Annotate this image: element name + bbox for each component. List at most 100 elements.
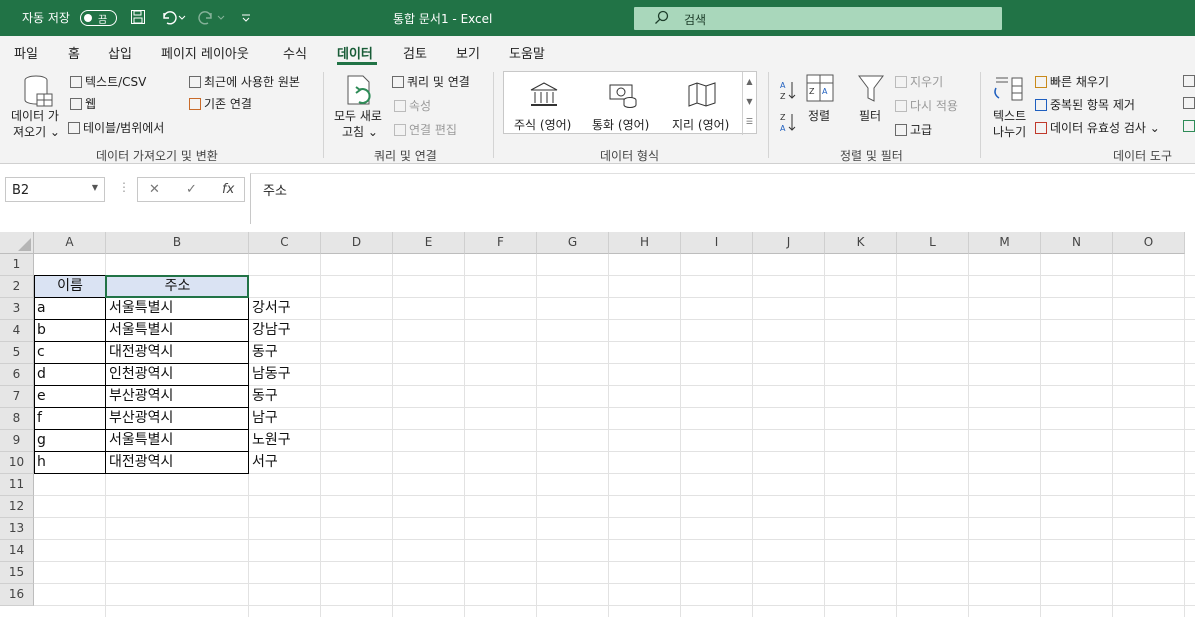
gallery-scrollbar[interactable]: ▲ ▼ ☰ — [742, 72, 756, 135]
data-validation-button[interactable]: 데이터 유효성 검사 ⌄ — [1035, 119, 1160, 136]
reapply-button[interactable]: 다시 적용 — [895, 97, 958, 114]
cell-address[interactable]: 대전광역시 — [106, 452, 249, 474]
cell-name[interactable]: d — [34, 364, 106, 386]
cell-district[interactable]: 노원구 — [249, 430, 321, 452]
undo-icon[interactable] — [160, 9, 186, 29]
column-header[interactable]: M — [969, 232, 1041, 254]
column-header[interactable]: N — [1041, 232, 1113, 254]
column-header[interactable]: C — [249, 232, 321, 254]
row-header[interactable]: 15 — [0, 562, 34, 584]
column-header[interactable]: L — [897, 232, 969, 254]
remove-duplicates-button[interactable]: 중복된 항목 제거 — [1035, 96, 1135, 113]
drag-handle-icon[interactable]: ⋮ — [118, 180, 130, 194]
cell-district[interactable]: 강서구 — [249, 298, 321, 320]
save-icon[interactable] — [130, 9, 146, 29]
cell-name[interactable]: f — [34, 408, 106, 430]
row-header[interactable]: 13 — [0, 518, 34, 540]
sort-za-icon[interactable]: Z A — [779, 111, 797, 133]
advanced-filter-button[interactable]: 고급 — [895, 121, 932, 138]
enter-icon[interactable]: ✓ — [186, 182, 197, 197]
worksheet-grid[interactable]: A B C D E F G H I J K L M N O 1 2 3 4 5 6 7 8 9 10 11 12 13 14 15 16 이름… — [0, 232, 1195, 617]
cell-district[interactable]: 남동구 — [249, 364, 321, 386]
cell-name[interactable]: c — [34, 342, 106, 364]
cell-address[interactable]: 부산광역시 — [106, 408, 249, 430]
autosave-toggle[interactable]: 끔 — [80, 10, 117, 26]
cell-address[interactable]: 부산광역시 — [106, 386, 249, 408]
column-header[interactable]: K — [825, 232, 897, 254]
edit-links-button[interactable]: 연결 편집 — [394, 121, 457, 138]
recent-sources-button[interactable]: 최근에 사용한 원본 — [189, 73, 300, 90]
column-header[interactable]: B — [106, 232, 249, 254]
queries-connections-button[interactable]: 쿼리 및 연결 — [392, 73, 470, 90]
gallery-more-icon[interactable]: ☰ — [743, 112, 756, 132]
row-header[interactable]: 3 — [0, 298, 34, 320]
tab-formulas[interactable]: 수식 — [283, 43, 307, 62]
cell-name[interactable]: g — [34, 430, 106, 452]
name-box[interactable]: B2 ▼ — [5, 177, 105, 202]
tab-home[interactable]: 홈 — [68, 43, 80, 62]
cell-name[interactable]: e — [34, 386, 106, 408]
cell-district[interactable]: 강남구 — [249, 320, 321, 342]
row-header[interactable]: 10 — [0, 452, 34, 474]
cell-district[interactable]: 남구 — [249, 408, 321, 430]
row-header[interactable]: 1 — [0, 254, 34, 276]
row-header[interactable]: 4 — [0, 320, 34, 342]
select-all-corner[interactable] — [0, 232, 34, 254]
tab-view[interactable]: 보기 — [456, 43, 480, 62]
header-cell-name[interactable]: 이름 — [34, 276, 106, 298]
customize-qat-icon[interactable] — [240, 9, 252, 29]
redo-icon[interactable] — [198, 9, 228, 29]
sort-az-icon[interactable]: A Z — [779, 79, 797, 101]
row-header[interactable]: 7 — [0, 386, 34, 408]
row-header[interactable]: 12 — [0, 496, 34, 518]
column-header[interactable]: E — [393, 232, 465, 254]
cell-address[interactable]: 대전광역시 — [106, 342, 249, 364]
column-header[interactable]: A — [34, 232, 106, 254]
tab-data[interactable]: 데이터 — [337, 43, 373, 62]
cell-name[interactable]: a — [34, 298, 106, 320]
gallery-down-icon[interactable]: ▼ — [743, 92, 756, 112]
row-header[interactable]: 16 — [0, 584, 34, 606]
tab-insert[interactable]: 삽입 — [108, 43, 132, 62]
gallery-up-icon[interactable]: ▲ — [743, 72, 756, 92]
cell-address[interactable]: 인천광역시 — [106, 364, 249, 386]
column-header[interactable]: I — [681, 232, 753, 254]
row-header[interactable]: 11 — [0, 474, 34, 496]
row-header[interactable]: 6 — [0, 364, 34, 386]
row-header[interactable]: 2 — [0, 276, 34, 298]
cell-district[interactable]: 동구 — [249, 386, 321, 408]
row-header[interactable]: 14 — [0, 540, 34, 562]
tab-file[interactable]: 파일 — [14, 43, 38, 62]
insert-function-icon[interactable]: fx — [222, 182, 234, 197]
from-web-button[interactable]: 웹 — [70, 95, 96, 112]
cell-district[interactable]: 서구 — [249, 452, 321, 474]
cell-district[interactable]: 동구 — [249, 342, 321, 364]
chevron-down-icon[interactable]: ▼ — [92, 183, 98, 192]
tab-page-layout[interactable]: 페이지 레이아웃 — [161, 43, 249, 62]
column-header[interactable]: H — [609, 232, 681, 254]
search-box[interactable]: 검색 — [634, 7, 1002, 30]
from-table-button[interactable]: 테이블/범위에서 — [68, 119, 164, 136]
row-header[interactable]: 5 — [0, 342, 34, 364]
cell-address[interactable]: 서울특별시 — [106, 298, 249, 320]
column-header[interactable]: D — [321, 232, 393, 254]
formula-input[interactable]: 주소 — [250, 173, 1195, 224]
cell-name[interactable]: h — [34, 452, 106, 474]
properties-button[interactable]: 속성 — [394, 97, 431, 114]
tab-help[interactable]: 도움말 — [509, 43, 545, 62]
cell-name[interactable]: b — [34, 320, 106, 342]
cell-address[interactable]: 서울특별시 — [106, 430, 249, 452]
row-header[interactable]: 9 — [0, 430, 34, 452]
existing-connections-button[interactable]: 기존 연결 — [189, 95, 252, 112]
flash-fill-button[interactable]: 빠른 채우기 — [1035, 73, 1109, 90]
column-header[interactable]: J — [753, 232, 825, 254]
data-model-icon[interactable] — [1183, 120, 1195, 132]
consolidate-icon[interactable] — [1183, 75, 1195, 87]
clear-filter-button[interactable]: 지우기 — [895, 73, 943, 90]
cancel-icon[interactable]: ✕ — [149, 182, 160, 197]
column-header[interactable]: F — [465, 232, 537, 254]
tab-review[interactable]: 검토 — [403, 43, 427, 62]
from-text-csv-button[interactable]: 텍스트/CSV — [70, 73, 146, 90]
column-header[interactable]: G — [537, 232, 609, 254]
row-header[interactable]: 8 — [0, 408, 34, 430]
